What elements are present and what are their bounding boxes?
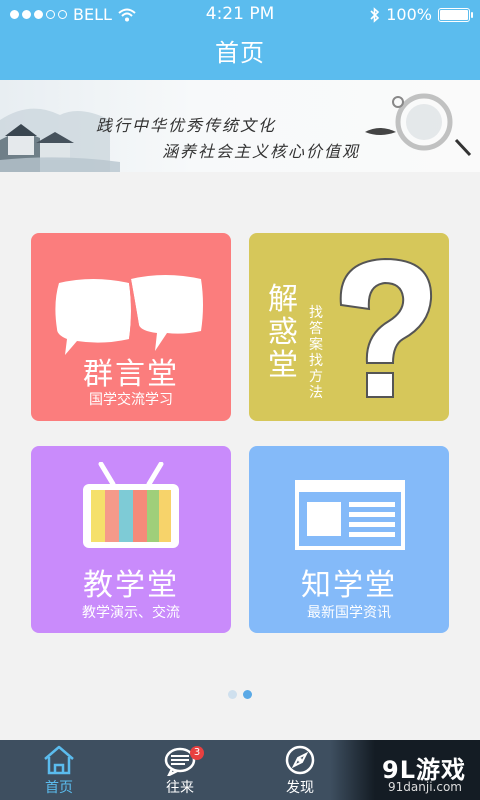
page-dot-active[interactable] xyxy=(243,690,252,699)
bluetooth-icon xyxy=(370,6,380,23)
tab-dialog[interactable]: 3 往来 xyxy=(130,740,230,800)
home-icon xyxy=(44,745,74,775)
tile-title: 教学堂 xyxy=(83,568,179,603)
page-indicator[interactable] xyxy=(0,690,480,699)
banner-slogan-2: 涵养社会主义核心价值观 xyxy=(162,142,361,161)
tab-label: 往来 xyxy=(166,780,194,796)
tab-home[interactable]: 首页 xyxy=(9,740,109,800)
unread-badge: 3 xyxy=(190,746,204,760)
status-bar: BELL 4:21 PM 100% xyxy=(0,0,480,28)
tab-label: 首页 xyxy=(45,780,73,796)
site-watermark: 9L游戏 91danji.com xyxy=(330,740,480,800)
battery-percent: 100% xyxy=(386,5,432,24)
discover-icon xyxy=(285,745,315,775)
banner-slogan-1: 践行中华优秀传统文化 xyxy=(96,116,277,135)
tile-subtitle: 国学交流学习 xyxy=(89,392,173,408)
tile-zhixuetang[interactable]: 知学堂 最新国学资讯 xyxy=(249,446,449,633)
tile-jiaoxuetang[interactable]: 教学堂 教学演示、交流 xyxy=(31,446,231,633)
banner[interactable]: 践行中华优秀传统文化 涵养社会主义核心价值观 xyxy=(0,80,480,172)
tile-subtitle: 最新国学资讯 xyxy=(307,605,391,621)
battery-icon xyxy=(438,7,473,22)
tile-jiehuotang[interactable]: 解惑堂 找答案找方法 xyxy=(249,233,449,421)
watermark-url: 91danji.com xyxy=(388,780,462,794)
tile-qunyantang[interactable]: 群言堂 国学交流学习 xyxy=(31,233,231,421)
page-dot[interactable] xyxy=(228,690,237,699)
nav-bar: 首页 xyxy=(0,28,480,80)
question-mark-icon xyxy=(339,257,433,398)
tile-subtitle: 找答案找方法 xyxy=(309,305,323,401)
status-right: 100% xyxy=(370,5,473,24)
tile-title: 知学堂 xyxy=(301,568,397,603)
tile-subtitle: 教学演示、交流 xyxy=(82,605,180,621)
tile-title: 解惑堂 xyxy=(268,282,298,383)
news-icon xyxy=(295,480,405,550)
tile-title: 群言堂 xyxy=(83,357,179,392)
page-title: 首页 xyxy=(215,39,265,67)
tv-icon xyxy=(83,462,179,548)
